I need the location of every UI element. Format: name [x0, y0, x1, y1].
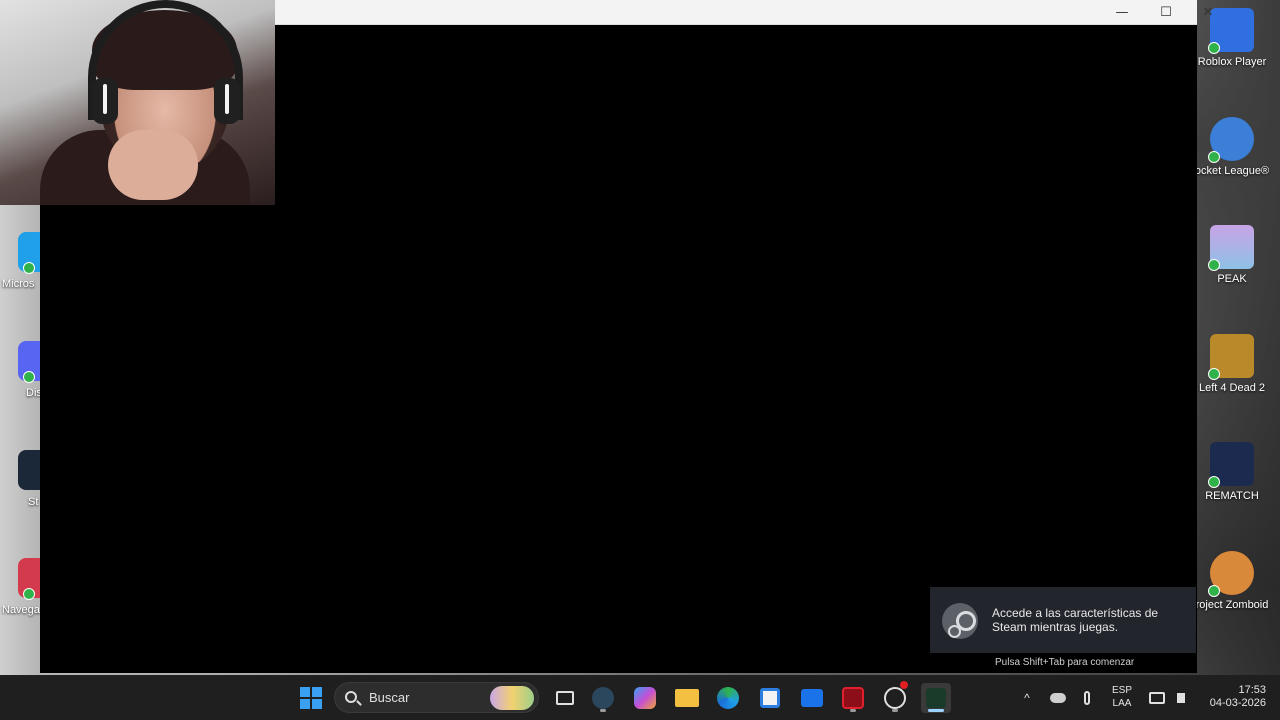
edge-icon: [717, 687, 739, 709]
start-button[interactable]: [296, 683, 326, 713]
taskbar-search[interactable]: Buscar: [334, 682, 539, 713]
keyboard-layout: LAA: [1112, 698, 1132, 709]
volume-button[interactable]: [1166, 683, 1196, 713]
search-placeholder: Buscar: [369, 690, 410, 705]
desktop-icon-steam[interactable]: St: [0, 450, 40, 530]
headset-ear-right: [214, 78, 240, 124]
desktop-icon-rocket-league[interactable]: ocket League®: [1190, 117, 1274, 177]
desktop-icon-label: Left 4 Dead 2: [1198, 382, 1266, 394]
mail-icon: [801, 689, 823, 707]
windows-icon: [300, 687, 322, 709]
cloud-icon: [1050, 693, 1066, 703]
headset-ear-left: [92, 78, 118, 124]
close-button[interactable]: ✕: [1186, 0, 1230, 25]
desktop-icon-label: Dis: [26, 387, 40, 399]
copilot-icon: [634, 687, 656, 709]
desktop-icon-project-zomboid[interactable]: roject Zomboid: [1190, 551, 1274, 611]
active-indicator: [928, 709, 944, 712]
check-icon: [1208, 368, 1220, 380]
taskbar-active-app[interactable]: [921, 683, 951, 713]
left4dead2-icon: [1208, 334, 1254, 380]
running-indicator: [892, 709, 898, 712]
folder-icon: [675, 689, 699, 707]
close-icon: ✕: [1202, 5, 1214, 20]
desktop-icon-discord[interactable]: Dis: [0, 341, 40, 421]
desktop-icon-rematch[interactable]: REMATCH: [1190, 442, 1274, 502]
minimize-icon: —: [1115, 5, 1129, 20]
desktop-icon-label: PEAK: [1217, 273, 1247, 285]
check-icon: [23, 371, 35, 383]
clock-date: 04-03-2026: [1209, 697, 1266, 709]
opera-gx-icon: [842, 687, 864, 709]
webcam-overlay: [0, 0, 275, 205]
taskbar-store[interactable]: [755, 683, 785, 713]
language-indicator[interactable]: ESP LAA: [1106, 684, 1138, 710]
network-icon: [1149, 692, 1165, 704]
obs-icon: [884, 687, 906, 709]
check-icon: [1208, 476, 1220, 488]
desktop-icon-label: roject Zomboid: [1195, 599, 1269, 611]
desktop-icon-label: REMATCH: [1205, 490, 1259, 502]
desktop-icon-peak[interactable]: PEAK: [1190, 225, 1274, 285]
desktop-icon-label: St: [28, 496, 39, 508]
steam-icon: [942, 603, 978, 639]
taskbar: Buscar ^ ESP LAA 17:53 04-03-2026: [0, 675, 1280, 720]
check-icon: [1208, 585, 1220, 597]
task-view-icon: [556, 691, 574, 705]
microphone-icon: [1084, 691, 1090, 705]
clock-time: 17:53: [1238, 684, 1266, 696]
webcam-person-hand: [108, 130, 198, 200]
search-icon: [345, 691, 357, 703]
taskbar-opera-gx[interactable]: [838, 683, 868, 713]
taskbar-outlook[interactable]: [797, 683, 827, 713]
taskbar-file-explorer[interactable]: [672, 683, 702, 713]
desktop-icon-edge[interactable]: Micros: [0, 232, 40, 312]
language-code: ESP: [1111, 685, 1132, 696]
running-indicator: [850, 709, 856, 712]
steam-overlay-notification[interactable]: Accede a las características de Steam mi…: [930, 587, 1196, 653]
desktop-icon-label: Navega: [2, 604, 40, 616]
game-app-icon: [926, 688, 946, 708]
taskbar-obs[interactable]: [880, 681, 910, 713]
desktop-icon-browser[interactable]: Navega: [0, 558, 40, 638]
rocket-league-icon: [1208, 117, 1254, 163]
taskbar-steam[interactable]: [588, 683, 618, 713]
minimize-button[interactable]: —: [1100, 0, 1144, 25]
task-view-button[interactable]: [550, 683, 580, 713]
check-icon: [1208, 42, 1220, 54]
desktop-icon-left4dead2[interactable]: Left 4 Dead 2: [1190, 334, 1274, 394]
store-icon: [760, 688, 780, 708]
running-indicator: [600, 709, 606, 712]
desktop-icon-label: Micros: [2, 278, 35, 290]
rematch-icon: [1208, 442, 1254, 488]
steam-icon: [592, 687, 614, 709]
check-icon: [1208, 259, 1220, 271]
check-icon: [23, 588, 35, 600]
check-icon: [1208, 151, 1220, 163]
maximize-icon: ☐: [1160, 5, 1172, 20]
maximize-button[interactable]: ☐: [1144, 0, 1188, 25]
speaker-icon: [1177, 693, 1185, 703]
window-title-bar[interactable]: — ☐ ✕: [274, 0, 1213, 25]
steam-icon: [18, 450, 40, 490]
chevron-up-icon: ^: [1024, 691, 1030, 705]
onedrive-button[interactable]: [1043, 683, 1073, 713]
tray-overflow-button[interactable]: ^: [1012, 683, 1042, 713]
microphone-button[interactable]: [1072, 683, 1102, 713]
desktop-icon-label: ocket League®: [1194, 165, 1270, 177]
project-zomboid-icon: [1208, 551, 1254, 597]
record-badge-icon: [900, 681, 908, 689]
taskbar-copilot[interactable]: [630, 683, 660, 713]
desktop-icon-label: Roblox Player: [1197, 56, 1267, 68]
taskbar-edge[interactable]: [713, 683, 743, 713]
steam-notification-message: Accede a las características de Steam mi…: [992, 606, 1159, 634]
peak-icon: [1208, 225, 1254, 271]
steam-notification-hint: Pulsa Shift+Tab para comenzar: [995, 657, 1135, 668]
check-icon: [23, 262, 35, 274]
search-highlight-icon: [490, 686, 534, 710]
clock[interactable]: 17:53 04-03-2026: [1198, 684, 1266, 710]
